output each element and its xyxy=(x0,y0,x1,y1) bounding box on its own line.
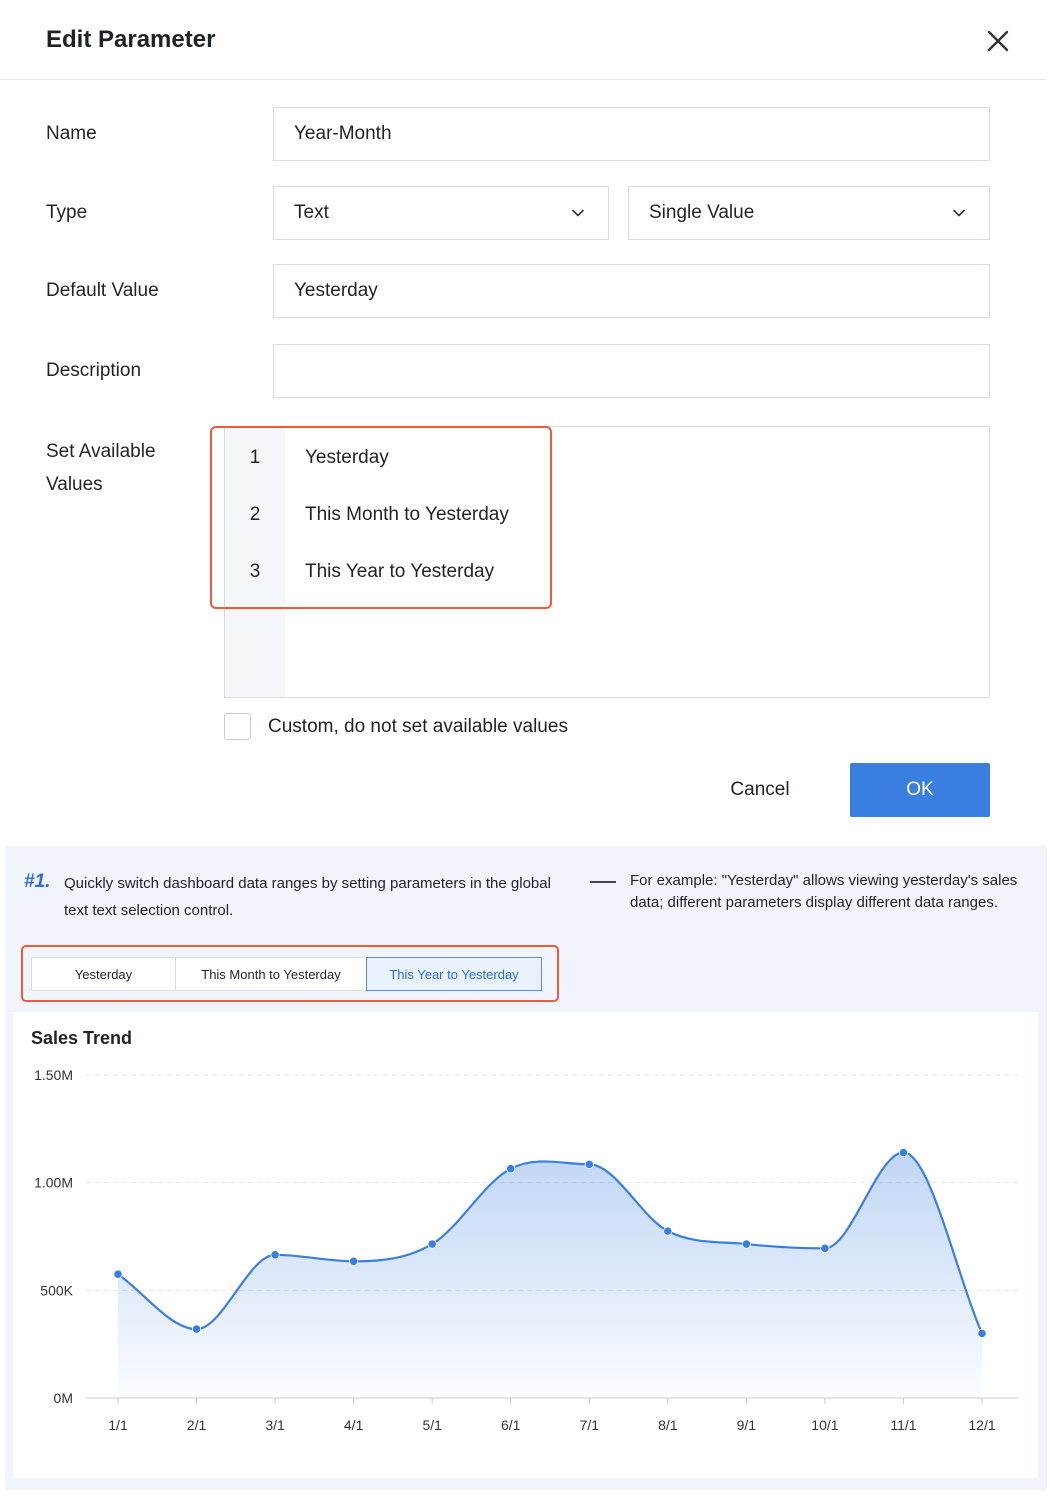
y-tick-label: 1.00M xyxy=(34,1175,73,1191)
data-point xyxy=(741,1239,751,1249)
dialog-header: Edit Parameter xyxy=(0,0,1046,80)
x-tick-label: 1/1 xyxy=(108,1417,128,1433)
value-mode-select[interactable]: Single Value xyxy=(628,186,990,240)
date-range-segmented-control: Yesterday This Month to Yesterday This Y… xyxy=(31,957,542,991)
x-tick-label: 10/1 xyxy=(811,1417,838,1433)
custom-values-checkbox[interactable] xyxy=(224,713,251,740)
sales-trend-chart: 0M 500K 1.00M 1.50M 1/1 2/1 3/1 4/1 5/1 6/1 7/1 8/1… xyxy=(34,1067,1018,1433)
note-connector-line xyxy=(590,881,616,883)
ok-button[interactable]: OK xyxy=(850,763,990,817)
cancel-button[interactable]: Cancel xyxy=(700,764,820,816)
x-tick-label: 4/1 xyxy=(344,1417,364,1433)
data-point xyxy=(584,1159,594,1169)
y-tick-label: 0M xyxy=(54,1390,73,1406)
line-number: 3 xyxy=(249,561,261,582)
name-input-value: Year-Month xyxy=(294,123,392,144)
note-example: For example: "Yesterday" allows viewing … xyxy=(630,872,1018,911)
x-tick-label: 2/1 xyxy=(187,1417,207,1433)
y-tick-label: 500K xyxy=(40,1282,73,1298)
data-point xyxy=(977,1328,987,1338)
note-number: #1. xyxy=(24,871,51,892)
x-tick-label: 5/1 xyxy=(422,1417,442,1433)
segment-this-year-to-yesterday[interactable]: This Year to Yesterday xyxy=(366,957,542,991)
close-icon xyxy=(987,30,1009,52)
type-select[interactable]: Text xyxy=(273,186,609,240)
name-input[interactable]: Year-Month xyxy=(273,107,990,161)
x-tick-label: 6/1 xyxy=(501,1417,521,1433)
x-tick-label: 8/1 xyxy=(658,1417,678,1433)
line-number: 2 xyxy=(249,504,261,525)
data-point xyxy=(191,1324,202,1334)
chevron-down-icon xyxy=(953,209,965,217)
value-text: Yesterday xyxy=(305,447,389,468)
value-row-3[interactable]: 3 This Year to Yesterday xyxy=(225,552,494,592)
value-mode-select-value: Single Value xyxy=(649,202,755,223)
value-row-1[interactable]: 1 Yesterday xyxy=(225,438,389,478)
x-tick-label: 9/1 xyxy=(737,1417,757,1433)
data-point xyxy=(349,1256,359,1266)
description-label: Description xyxy=(46,360,142,381)
close-button[interactable] xyxy=(982,25,1014,57)
available-values-label-line1: Set Available xyxy=(46,441,156,462)
default-value-label: Default Value xyxy=(46,280,159,301)
description-input[interactable] xyxy=(273,344,990,398)
data-point xyxy=(506,1164,516,1174)
dialog-title: Edit Parameter xyxy=(46,26,216,53)
x-tick-label: 11/1 xyxy=(890,1417,916,1433)
value-row-2[interactable]: 2 This Month to Yesterday xyxy=(225,495,509,535)
chevron-down-icon xyxy=(572,209,584,217)
value-text: This Year to Yesterday xyxy=(305,561,495,582)
line-number: 1 xyxy=(249,447,261,468)
edit-parameter-dialog: Edit Parameter Name Year-Month Type Text… xyxy=(0,0,1046,834)
default-value-input-value: Yesterday xyxy=(294,280,378,301)
y-tick-label: 1.50M xyxy=(34,1067,73,1083)
value-text: This Month to Yesterday xyxy=(305,504,509,525)
x-tick-label: 12/1 xyxy=(968,1417,995,1433)
x-tick-label: 3/1 xyxy=(265,1417,285,1433)
data-point xyxy=(820,1243,830,1253)
name-label: Name xyxy=(46,123,97,144)
type-select-value: Text xyxy=(294,202,329,223)
data-point xyxy=(113,1269,123,1279)
note-text: Quickly switch dashboard data ranges by … xyxy=(64,875,551,919)
available-values-label: Set Available Values xyxy=(46,435,156,501)
type-label: Type xyxy=(46,202,88,223)
available-values-label-line2: Values xyxy=(46,474,103,495)
data-point xyxy=(898,1147,909,1158)
default-value-input[interactable]: Yesterday xyxy=(273,264,990,318)
available-values-editor[interactable]: 1 Yesterday 2 This Month to Yesterday 3 … xyxy=(224,426,990,698)
segment-this-month-to-yesterday[interactable]: This Month to Yesterday xyxy=(175,957,367,991)
custom-values-checkbox-row[interactable]: Custom, do not set available values xyxy=(224,713,568,740)
custom-values-checkbox-label: Custom, do not set available values xyxy=(268,715,568,737)
segment-yesterday[interactable]: Yesterday xyxy=(31,957,176,991)
data-point xyxy=(663,1226,673,1236)
data-point xyxy=(270,1250,280,1260)
data-point xyxy=(427,1239,437,1249)
x-tick-label: 7/1 xyxy=(580,1417,600,1433)
